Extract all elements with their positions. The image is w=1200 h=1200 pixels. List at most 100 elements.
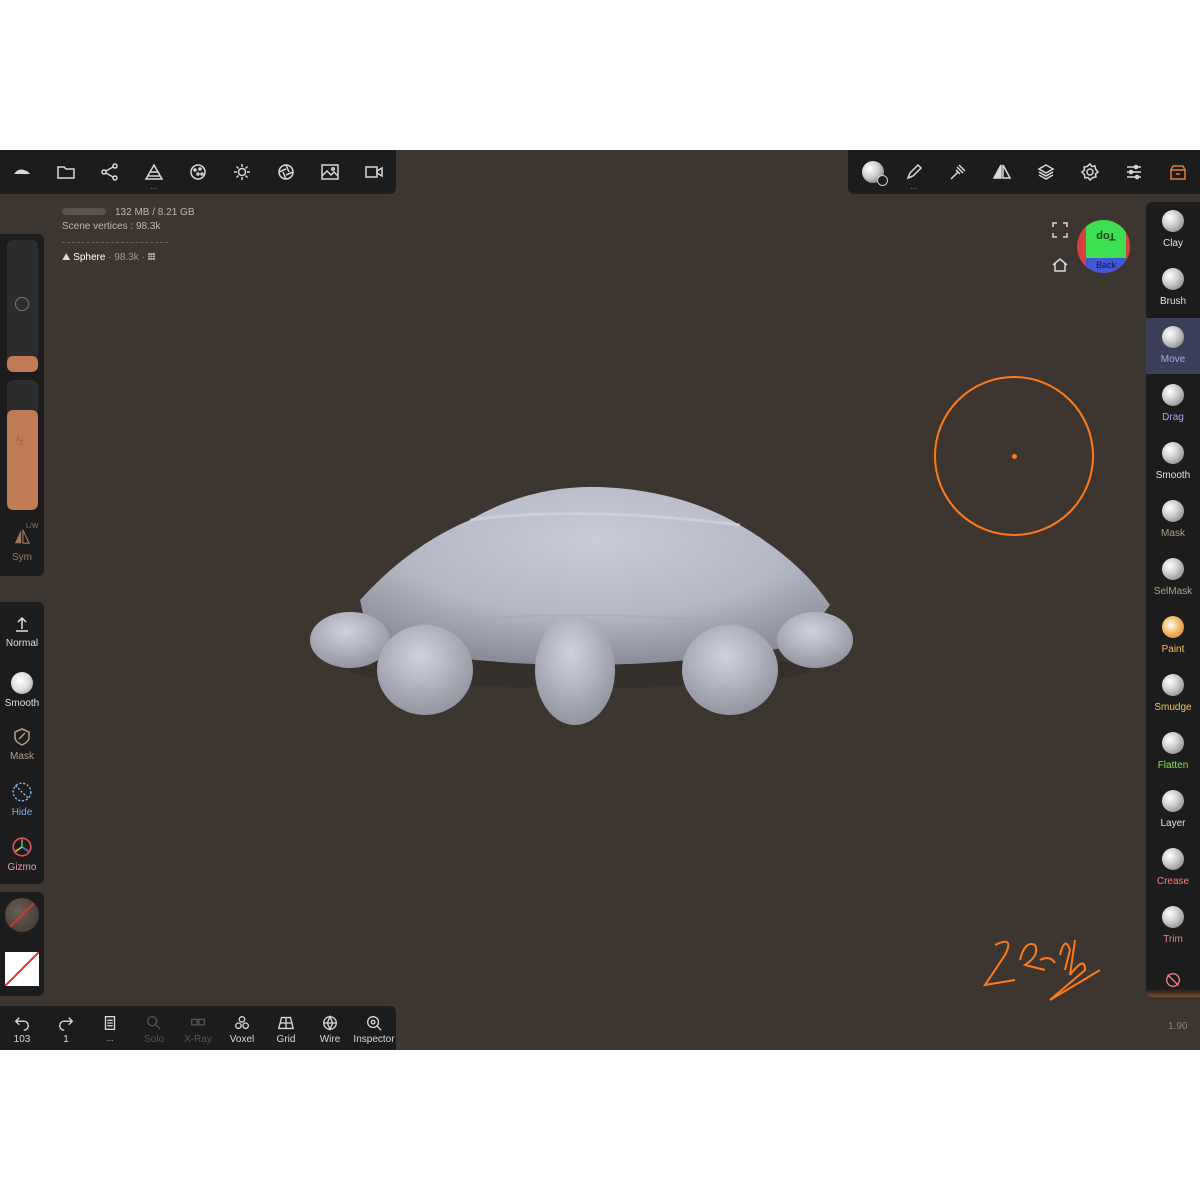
left-color-panel bbox=[0, 892, 44, 996]
tool-layer[interactable]: Layer bbox=[1146, 782, 1200, 838]
drag-icon bbox=[1162, 384, 1184, 406]
xray-label: X-Ray bbox=[184, 1034, 212, 1045]
tool-smudge[interactable]: Smudge bbox=[1146, 666, 1200, 722]
redo-icon bbox=[59, 1017, 74, 1031]
object-count: · 98.3k · bbox=[108, 252, 145, 263]
settings-icon[interactable] bbox=[1075, 157, 1105, 187]
tool-clay[interactable]: Clay bbox=[1146, 202, 1200, 258]
left-slider-panel: ϟ L/W Sym bbox=[0, 234, 44, 576]
tool-flatten[interactable]: Flatten bbox=[1146, 724, 1200, 780]
memory-bar bbox=[62, 208, 106, 215]
scene-graph-icon[interactable] bbox=[95, 157, 125, 187]
sculpt-viewport[interactable]: ... ... 132 MB / 8.21 GB Scene vertices … bbox=[0, 150, 1200, 1050]
stroke-icon[interactable]: ... bbox=[899, 157, 929, 191]
undo-button[interactable]: 103 bbox=[0, 1006, 44, 1050]
triangle-icon: ⛰ bbox=[62, 252, 71, 263]
tool-smooth[interactable]: Smooth bbox=[1146, 434, 1200, 490]
primitives-icon[interactable]: ... bbox=[139, 157, 169, 191]
voxel-label: Voxel bbox=[229, 1034, 255, 1045]
brush-cursor bbox=[934, 376, 1094, 536]
radius-slider[interactable] bbox=[7, 240, 38, 372]
left-tool-smooth[interactable]: Smooth bbox=[0, 668, 44, 723]
layers-icon[interactable] bbox=[1031, 157, 1061, 187]
material-icon[interactable] bbox=[183, 157, 213, 187]
normal-icon bbox=[16, 616, 28, 632]
mask-icon bbox=[1162, 500, 1184, 522]
view-cube-top-label: Top bbox=[1096, 230, 1116, 242]
intensity-slider[interactable]: ϟ bbox=[7, 380, 38, 510]
tool-trim[interactable]: Trim bbox=[1146, 898, 1200, 954]
smooth-icon bbox=[11, 672, 33, 694]
bottom-toolbar: 103 1 ... Solo X-Ray Voxel Grid Wire Ins… bbox=[0, 1006, 396, 1050]
logo-icon[interactable] bbox=[7, 157, 37, 187]
solo-button[interactable]: Solo bbox=[132, 1006, 176, 1050]
home-icon[interactable] bbox=[1050, 255, 1070, 275]
flatten-icon bbox=[1162, 732, 1184, 754]
left-tool-label: Hide bbox=[11, 807, 33, 818]
file-button[interactable]: ... bbox=[88, 1006, 132, 1050]
tool-label: Crease bbox=[1156, 876, 1190, 887]
tool-label: Paint bbox=[1161, 644, 1185, 655]
tool-disable-icon bbox=[1166, 972, 1180, 987]
folder-icon[interactable] bbox=[51, 157, 81, 187]
store-icon[interactable] bbox=[1163, 157, 1193, 187]
grid-button[interactable]: Grid bbox=[264, 1006, 308, 1050]
left-tool-label: Normal bbox=[5, 638, 39, 649]
view-cube-back-label: Back bbox=[1095, 260, 1116, 270]
brush-material-icon[interactable] bbox=[856, 155, 890, 189]
inspector-button[interactable]: Inspector bbox=[352, 1006, 396, 1050]
vertices-label-text: Scene vertices bbox=[62, 221, 128, 232]
tool-brush[interactable]: Brush bbox=[1146, 260, 1200, 316]
tool-label: Smooth bbox=[1155, 470, 1191, 481]
sliders-icon[interactable] bbox=[1119, 157, 1149, 187]
material-none-stroke bbox=[5, 898, 39, 932]
clay-icon bbox=[1162, 210, 1184, 232]
sym-button[interactable]: L/W Sym bbox=[0, 520, 44, 570]
material-sphere[interactable] bbox=[5, 898, 39, 932]
light-icon[interactable] bbox=[227, 157, 257, 187]
tool-label: Smudge bbox=[1154, 702, 1192, 713]
wire-button[interactable]: Wire bbox=[308, 1006, 352, 1050]
tool-selmask[interactable]: SelMask bbox=[1146, 550, 1200, 606]
xray-icon bbox=[191, 1018, 205, 1026]
redo-button[interactable]: 1 bbox=[44, 1006, 88, 1050]
right-tools-panel: Clay Brush Move Drag Smooth Mask SelMask Paint S… bbox=[1146, 202, 1200, 997]
color-swatch[interactable] bbox=[5, 952, 39, 986]
fullscreen-icon[interactable] bbox=[1050, 220, 1070, 240]
inspector-label: Inspector bbox=[353, 1034, 395, 1045]
camera-settings-icon[interactable] bbox=[271, 157, 301, 187]
left-tool-gizmo[interactable]: Gizmo bbox=[0, 833, 44, 888]
xray-button[interactable]: X-Ray bbox=[176, 1006, 220, 1050]
top-toolbar-right: ... bbox=[848, 150, 1200, 194]
layer-icon bbox=[1162, 790, 1184, 812]
image-icon[interactable] bbox=[315, 157, 345, 187]
color-none-stroke bbox=[5, 952, 39, 986]
left-tool-normal[interactable]: Normal bbox=[0, 608, 44, 663]
tool-crease[interactable]: Crease bbox=[1146, 840, 1200, 896]
undo-icon bbox=[14, 1017, 29, 1031]
video-icon[interactable] bbox=[359, 157, 389, 187]
voxel-button[interactable]: Voxel bbox=[220, 1006, 264, 1050]
tool-mask[interactable]: Mask bbox=[1146, 492, 1200, 548]
move-icon bbox=[1162, 326, 1184, 348]
primitives-dots: ... bbox=[150, 182, 158, 191]
tool-settings-icon[interactable] bbox=[943, 157, 973, 187]
tool-paint[interactable]: Paint bbox=[1146, 608, 1200, 664]
vertices-value: 98.3k bbox=[135, 221, 161, 232]
tool-move[interactable]: Move bbox=[1146, 318, 1200, 374]
left-tool-label: Smooth bbox=[4, 698, 40, 709]
file-label: ... bbox=[106, 1034, 114, 1043]
paint-icon bbox=[1162, 616, 1184, 638]
tool-drag[interactable]: Drag bbox=[1146, 376, 1200, 432]
grid-label: Grid bbox=[276, 1034, 296, 1045]
left-tool-hide[interactable]: Hide bbox=[0, 778, 44, 833]
top-toolbar-left: ... bbox=[0, 150, 396, 194]
left-tool-mask[interactable]: Mask bbox=[0, 723, 44, 778]
solo-icon bbox=[147, 1016, 161, 1030]
mask-icon bbox=[14, 728, 30, 746]
view-cube[interactable]: Top Back bbox=[1077, 220, 1130, 273]
symmetry-icon[interactable] bbox=[987, 157, 1017, 187]
object-row[interactable]: ⛰ Sphere · 98.3k · ▦ bbox=[62, 252, 155, 263]
left-tool-label: Gizmo bbox=[7, 862, 37, 873]
solo-label: Solo bbox=[143, 1034, 164, 1045]
